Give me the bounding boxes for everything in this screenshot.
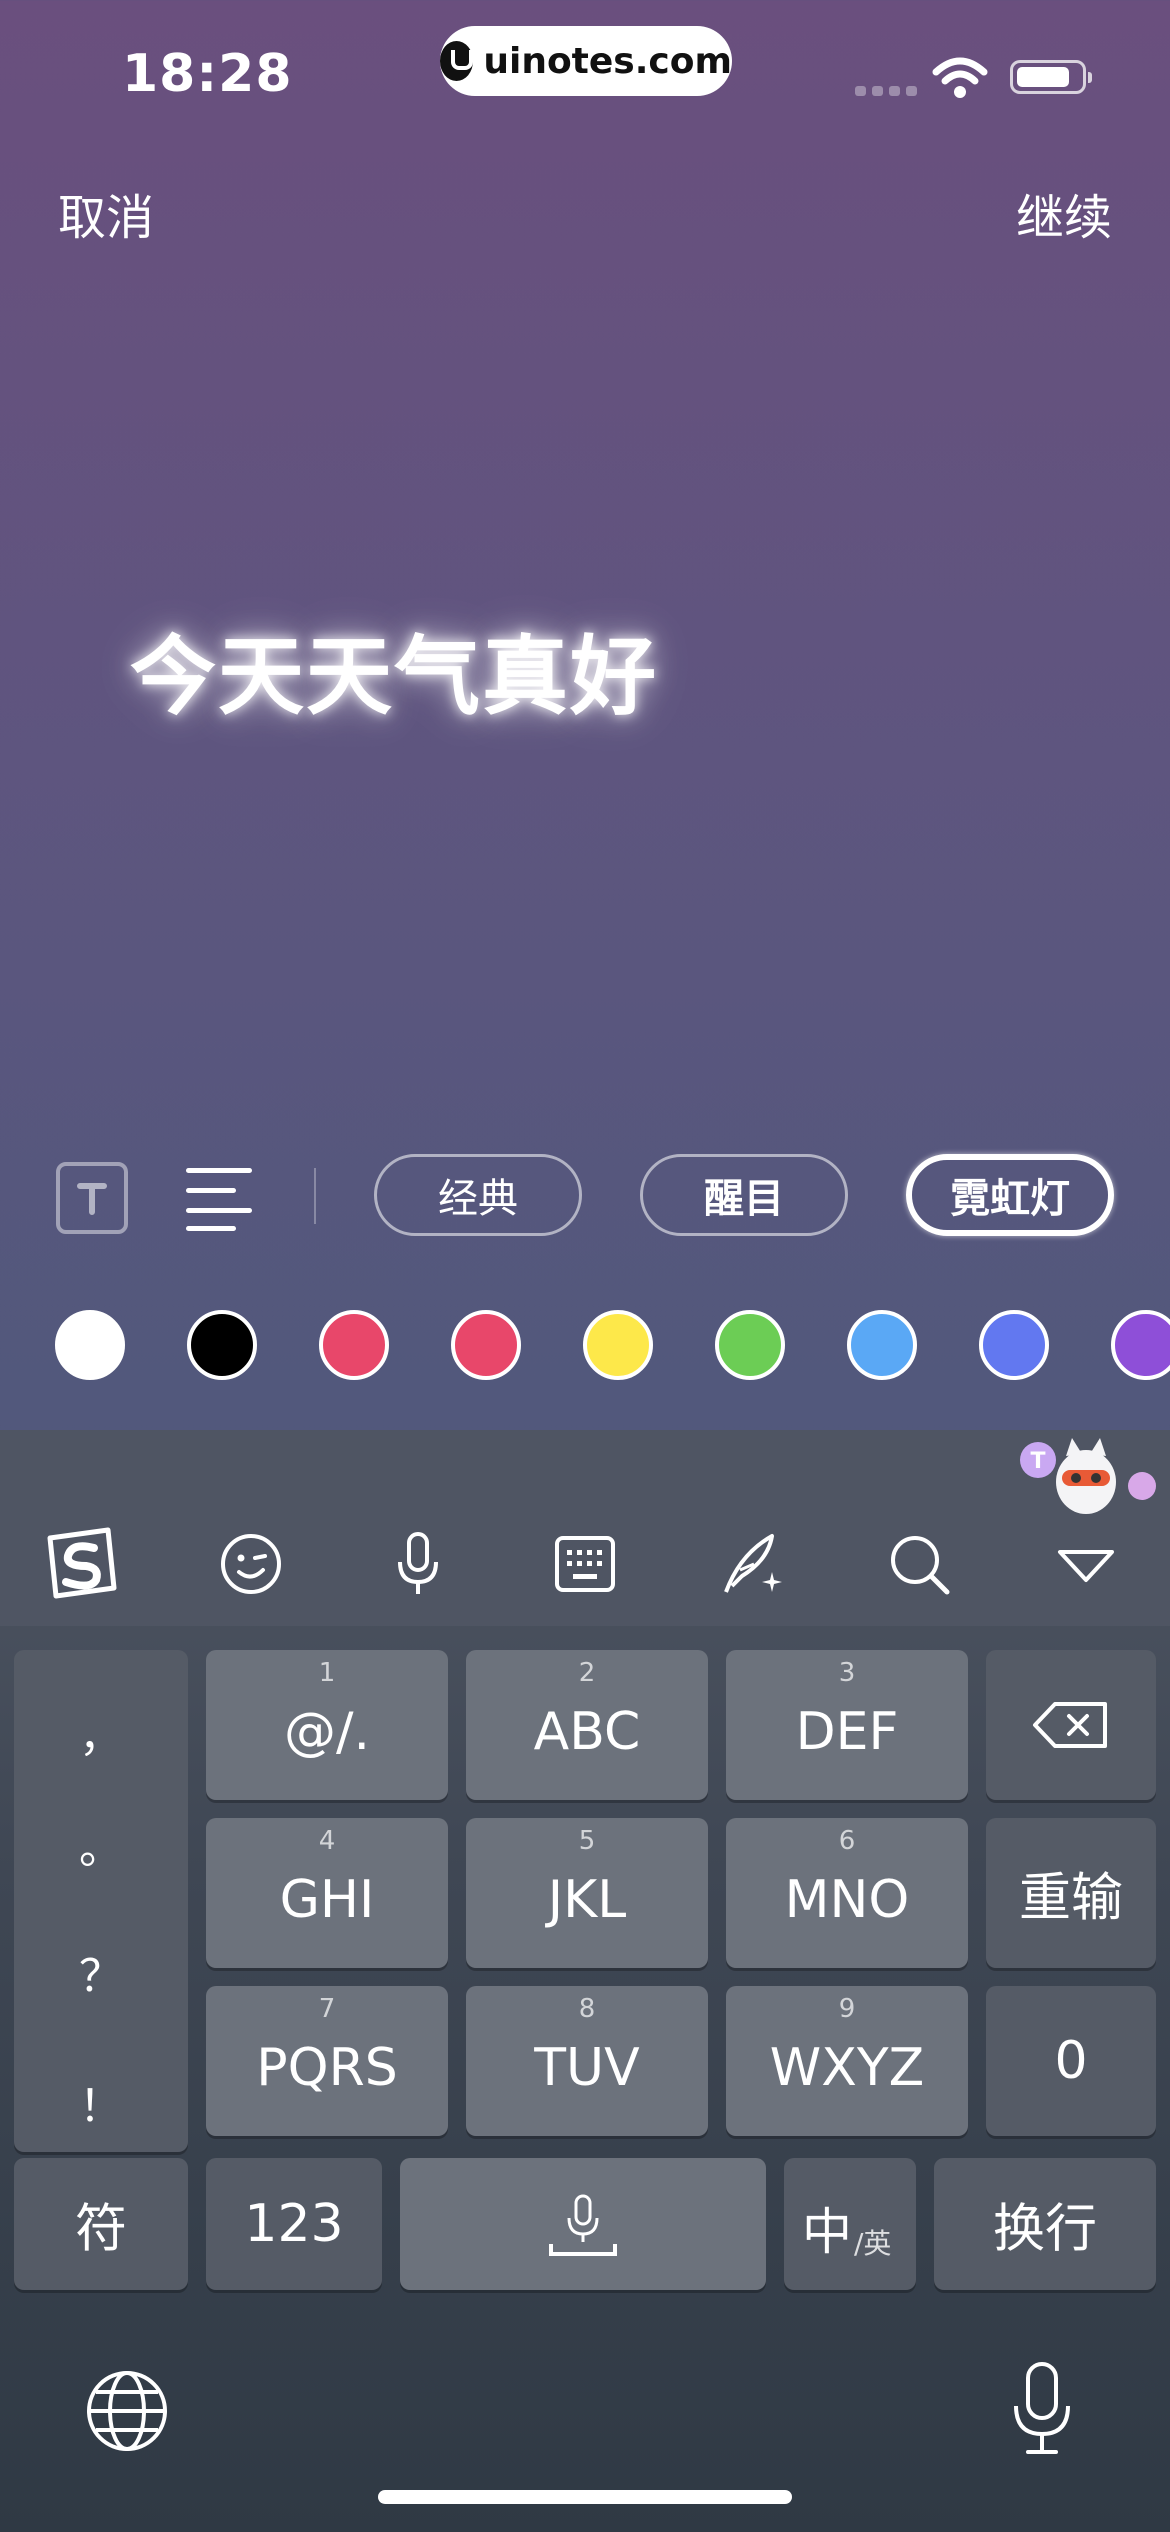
key-number: 3 xyxy=(838,1658,856,1688)
color-swatch-blue[interactable] xyxy=(979,1310,1049,1380)
key-1[interactable]: 1 @/. xyxy=(206,1650,448,1800)
key-8[interactable]: 8 TUV xyxy=(466,1986,708,2136)
punctuation-key[interactable]: ， 。 ？ ！ xyxy=(14,1650,188,2152)
punct-comma[interactable]: ， xyxy=(14,1700,188,1764)
color-swatch-pink[interactable] xyxy=(451,1310,521,1380)
text-background-icon xyxy=(77,1183,107,1215)
text-background-toggle-button[interactable] xyxy=(56,1162,128,1234)
key-number: 4 xyxy=(318,1826,336,1856)
align-line xyxy=(186,1226,236,1231)
toolbar-divider xyxy=(314,1168,316,1224)
text-style-toolbar: 经典 醒目 霓虹灯 xyxy=(0,1150,1170,1242)
punct-question[interactable]: ？ xyxy=(14,1940,188,2004)
key-number: 7 xyxy=(318,1994,336,2024)
color-swatch-light-blue[interactable] xyxy=(847,1310,917,1380)
key-letters: WXYZ xyxy=(769,2038,925,2098)
status-time: 18:28 xyxy=(122,44,293,104)
color-swatch-yellow[interactable] xyxy=(583,1310,653,1380)
key-letters: PQRS xyxy=(256,2038,398,2098)
key-number: 1 xyxy=(318,1658,336,1688)
watermark-text: uinotes.com xyxy=(483,40,732,82)
color-palette xyxy=(0,1310,1170,1382)
wifi-icon xyxy=(932,57,988,98)
punct-period[interactable]: 。 xyxy=(14,1812,188,1876)
key-letters: MNO xyxy=(784,1870,910,1930)
key-letters: TUV xyxy=(534,2038,640,2098)
reinput-label: 重输 xyxy=(1018,1868,1123,1929)
key-3[interactable]: 3 DEF xyxy=(726,1650,968,1800)
continue-button[interactable]: 继续 xyxy=(1016,178,1112,248)
uinotes-logo-icon xyxy=(440,41,474,81)
globe-icon[interactable] xyxy=(82,2366,172,2456)
align-line xyxy=(186,1188,236,1193)
key-number: 6 xyxy=(838,1826,856,1856)
status-bar: 18:28 uinotes.com xyxy=(0,0,1170,150)
key-letters: ABC xyxy=(533,1702,641,1762)
voice-icon[interactable] xyxy=(378,1524,458,1604)
color-swatch-white[interactable] xyxy=(55,1310,125,1380)
style-neon-button[interactable]: 霓虹灯 xyxy=(906,1154,1114,1236)
emoji-icon[interactable] xyxy=(211,1524,291,1604)
key-7[interactable]: 7 PQRS xyxy=(206,1986,448,2136)
align-line xyxy=(186,1208,252,1213)
align-line xyxy=(186,1168,252,1173)
key-9[interactable]: 9 WXYZ xyxy=(726,1986,968,2136)
key-number: 9 xyxy=(838,1994,856,2024)
backspace-key[interactable] xyxy=(986,1650,1156,1800)
key-0[interactable]: 0 xyxy=(986,1986,1156,2136)
watermark-badge: uinotes.com xyxy=(440,26,732,96)
key-number: 8 xyxy=(578,1994,596,2024)
battery-icon xyxy=(1010,60,1092,94)
key-4[interactable]: 4 GHI xyxy=(206,1818,448,1968)
signal-dots-icon xyxy=(855,86,917,96)
svg-text:T: T xyxy=(1030,1449,1045,1474)
ime-keyboard: T ， 。 ？ ！ 1 @/. 2 ABC 3 DEF 4 GHI 5 JKL … xyxy=(0,1430,1170,2532)
key-number: 2 xyxy=(578,1658,596,1688)
backspace-icon xyxy=(1033,1702,1107,1748)
space-key[interactable] xyxy=(400,2158,766,2290)
key-letters: GHI xyxy=(279,1870,375,1930)
numbers-label: 123 xyxy=(244,2194,344,2254)
key-6[interactable]: 6 MNO xyxy=(726,1818,968,1968)
color-swatch-purple[interactable] xyxy=(1111,1310,1170,1380)
key-letters: JKL xyxy=(547,1870,627,1930)
keyboard-icon[interactable] xyxy=(545,1524,625,1604)
key-2[interactable]: 2 ABC xyxy=(466,1650,708,1800)
mascot-icon[interactable]: T xyxy=(1016,1434,1166,1524)
color-swatch-black[interactable] xyxy=(187,1310,257,1380)
symbols-key[interactable]: 符 xyxy=(14,2158,188,2290)
dictation-mic-icon[interactable] xyxy=(1002,2360,1082,2460)
key-letters: DEF xyxy=(795,1702,899,1762)
key-letters: @/. xyxy=(283,1702,371,1762)
cancel-button[interactable]: 取消 xyxy=(58,178,154,248)
neon-text-canvas[interactable]: 今天天气真好 xyxy=(130,606,658,731)
newline-key[interactable]: 换行 xyxy=(934,2158,1156,2290)
home-indicator[interactable] xyxy=(378,2490,792,2504)
style-classic-button[interactable]: 经典 xyxy=(374,1154,582,1236)
punct-exclaim[interactable]: ！ xyxy=(14,2070,188,2134)
color-swatch-green[interactable] xyxy=(715,1310,785,1380)
handwriting-icon[interactable] xyxy=(712,1524,792,1604)
numbers-key[interactable]: 123 xyxy=(206,2158,382,2290)
key-number: 5 xyxy=(578,1826,596,1856)
collapse-keyboard-icon[interactable] xyxy=(1046,1524,1126,1604)
key-5[interactable]: 5 JKL xyxy=(466,1818,708,1968)
lang-main-label: 中 xyxy=(802,2203,852,2261)
align-left-button[interactable] xyxy=(186,1164,256,1231)
keyboard-toolbar: T xyxy=(0,1430,1170,1626)
language-switch-key[interactable]: 中 /英 xyxy=(784,2158,916,2290)
style-bold-button[interactable]: 醒目 xyxy=(640,1154,848,1236)
newline-label: 换行 xyxy=(992,2199,1097,2260)
search-icon[interactable] xyxy=(879,1524,959,1604)
color-swatch-red[interactable] xyxy=(319,1310,389,1380)
sogou-logo-icon[interactable] xyxy=(42,1524,122,1604)
space-mic-icon xyxy=(549,2194,617,2256)
reinput-key[interactable]: 重输 xyxy=(986,1818,1156,1968)
lang-sub-label: /英 xyxy=(854,2227,892,2260)
zero-label: 0 xyxy=(1054,2031,1088,2091)
symbols-label: 符 xyxy=(74,2199,127,2260)
